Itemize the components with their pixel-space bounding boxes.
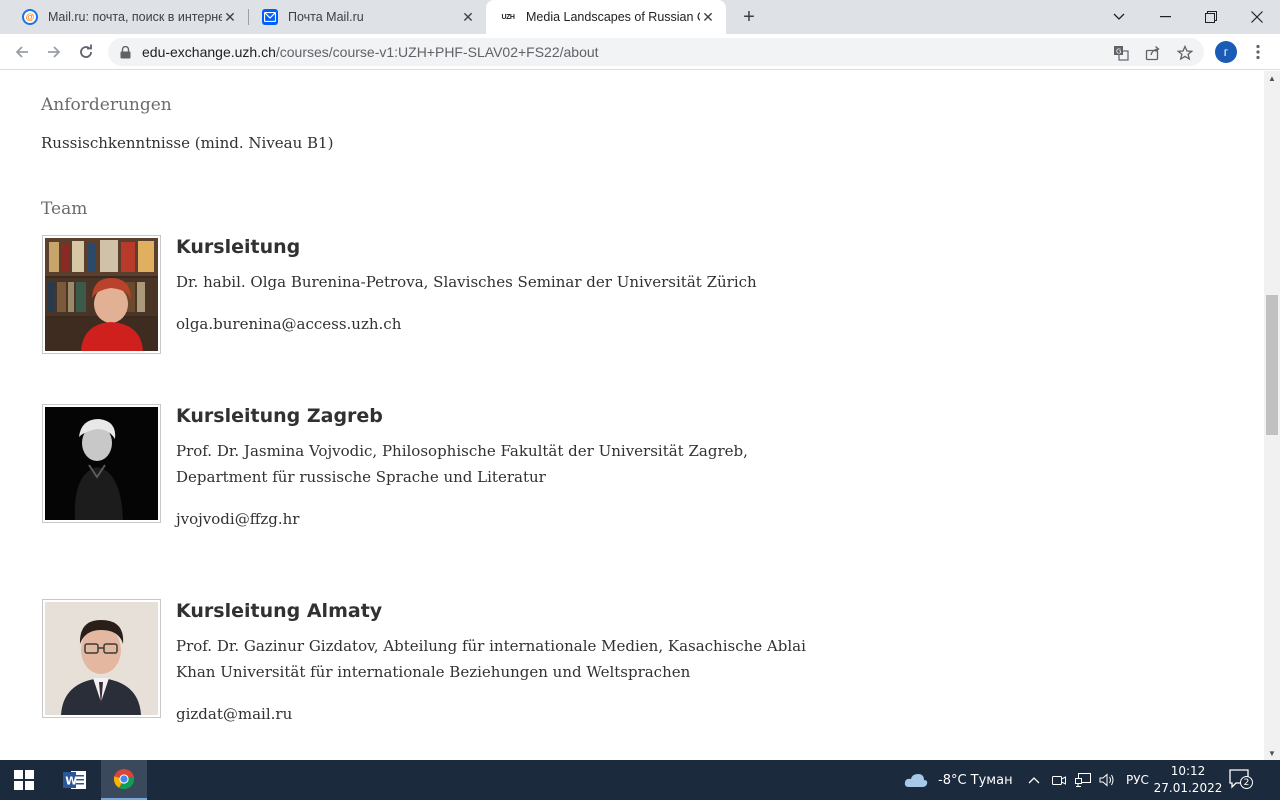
network-icon[interactable] [1075,760,1091,800]
restore-icon[interactable] [1188,0,1234,34]
hidden-icons-chevron-icon[interactable] [1028,760,1040,800]
weather-widget[interactable]: -8°C Туман [904,760,1013,800]
translate-icon[interactable]: G [1112,44,1130,62]
windows-start-icon[interactable] [0,760,48,800]
volume-icon[interactable] [1099,760,1115,800]
member-role: Kursleitung Almaty [176,600,383,622]
clock-time: 10:12 [1170,764,1206,778]
profile-avatar[interactable]: г [1215,41,1237,63]
member-photo [42,404,161,523]
svg-text:G: G [1116,48,1121,56]
close-icon[interactable]: ✕ [222,9,238,25]
window-close-icon[interactable] [1234,0,1280,34]
lock-icon[interactable] [120,45,132,59]
minimize-icon[interactable] [1142,0,1188,34]
svg-text:W: W [65,775,77,788]
member-photo [42,235,161,354]
url-host: edu-exchange.uzh.ch [142,44,276,60]
scroll-down-icon[interactable]: ▼ [1264,746,1280,760]
url-path: /courses/course-v1:UZH+PHF-SLAV02+FS22/a… [275,44,599,60]
notification-count: 2 [1240,776,1253,789]
member-description: Dr. habil. Olga Burenina-Petrova, Slavis… [176,273,757,291]
scroll-up-icon[interactable]: ▲ [1264,71,1280,85]
word-app-icon[interactable]: W [52,760,98,800]
reload-icon[interactable] [72,38,100,66]
notifications-icon[interactable]: 2 [1228,768,1256,792]
input-language[interactable]: РУС [1126,760,1149,800]
member-description: Prof. Dr. Gazinur Gizdatov, Abteilung fü… [176,637,806,681]
share-icon[interactable] [1144,44,1162,62]
tab-mailru[interactable]: @ Mail.ru: почта, поиск в интернете, нов… [8,0,248,34]
tab-title: Mail.ru: почта, поиск в интернете, новос… [48,10,222,24]
member-description: Prof. Dr. Jasmina Vojvodic, Philosophisc… [176,442,748,486]
tab-search-icon[interactable] [1096,0,1142,34]
tab-strip: @ Mail.ru: почта, поиск в интернете, нов… [0,0,1280,34]
address-bar[interactable]: edu-exchange.uzh.ch/courses/course-v1:UZ… [108,38,1204,66]
member-email[interactable]: olga.burenina@access.uzh.ch [176,313,826,335]
meet-now-icon[interactable] [1052,760,1066,800]
uzh-icon: UZH [501,13,515,21]
tab-media-landscapes[interactable]: UZH Media Landscapes of Russian Culture … [486,0,726,34]
close-icon[interactable]: ✕ [460,9,476,25]
tab-pochta[interactable]: Почта Mail.ru ✕ [248,0,486,34]
cloud-icon [904,774,928,787]
member-email[interactable]: gizdat@mail.ru [176,703,826,725]
mailru-icon: @ [22,9,38,25]
requirements-text: Russischkenntnisse (mind. Niveau B1) [41,134,334,152]
pochta-icon [262,9,278,25]
close-icon[interactable]: ✕ [700,9,716,25]
taskbar: W -8°C Туман РУС 10:12 27.01.2022 2 [0,760,1280,800]
member-role: Kursleitung Zagreb [176,405,383,427]
page-scrollbar[interactable]: ▲ ▼ [1264,71,1280,760]
member-email[interactable]: jvojvodi@ffzg.hr [176,508,826,530]
chrome-app-icon[interactable] [101,760,147,800]
new-tab-icon[interactable]: + [738,6,760,28]
bookmark-star-icon[interactable] [1176,44,1194,62]
scroll-thumb[interactable] [1266,295,1278,435]
team-heading: Team [41,199,88,219]
forward-icon[interactable] [40,38,68,66]
tab-title: Media Landscapes of Russian Culture [526,10,700,24]
clock-date: 27.01.2022 [1153,781,1223,795]
course-about-page: Anforderungen Russischkenntnisse (mind. … [0,71,1264,760]
back-icon[interactable] [8,38,36,66]
browser-toolbar: edu-exchange.uzh.ch/courses/course-v1:UZ… [0,34,1280,70]
clock[interactable]: 10:12 27.01.2022 [1152,763,1224,797]
tab-title: Почта Mail.ru [288,10,364,24]
member-photo [42,599,161,718]
more-menu-icon[interactable] [1248,40,1268,64]
requirements-heading: Anforderungen [41,95,172,115]
member-role: Kursleitung [176,236,301,258]
weather-text: -8°C Туман [938,772,1013,788]
